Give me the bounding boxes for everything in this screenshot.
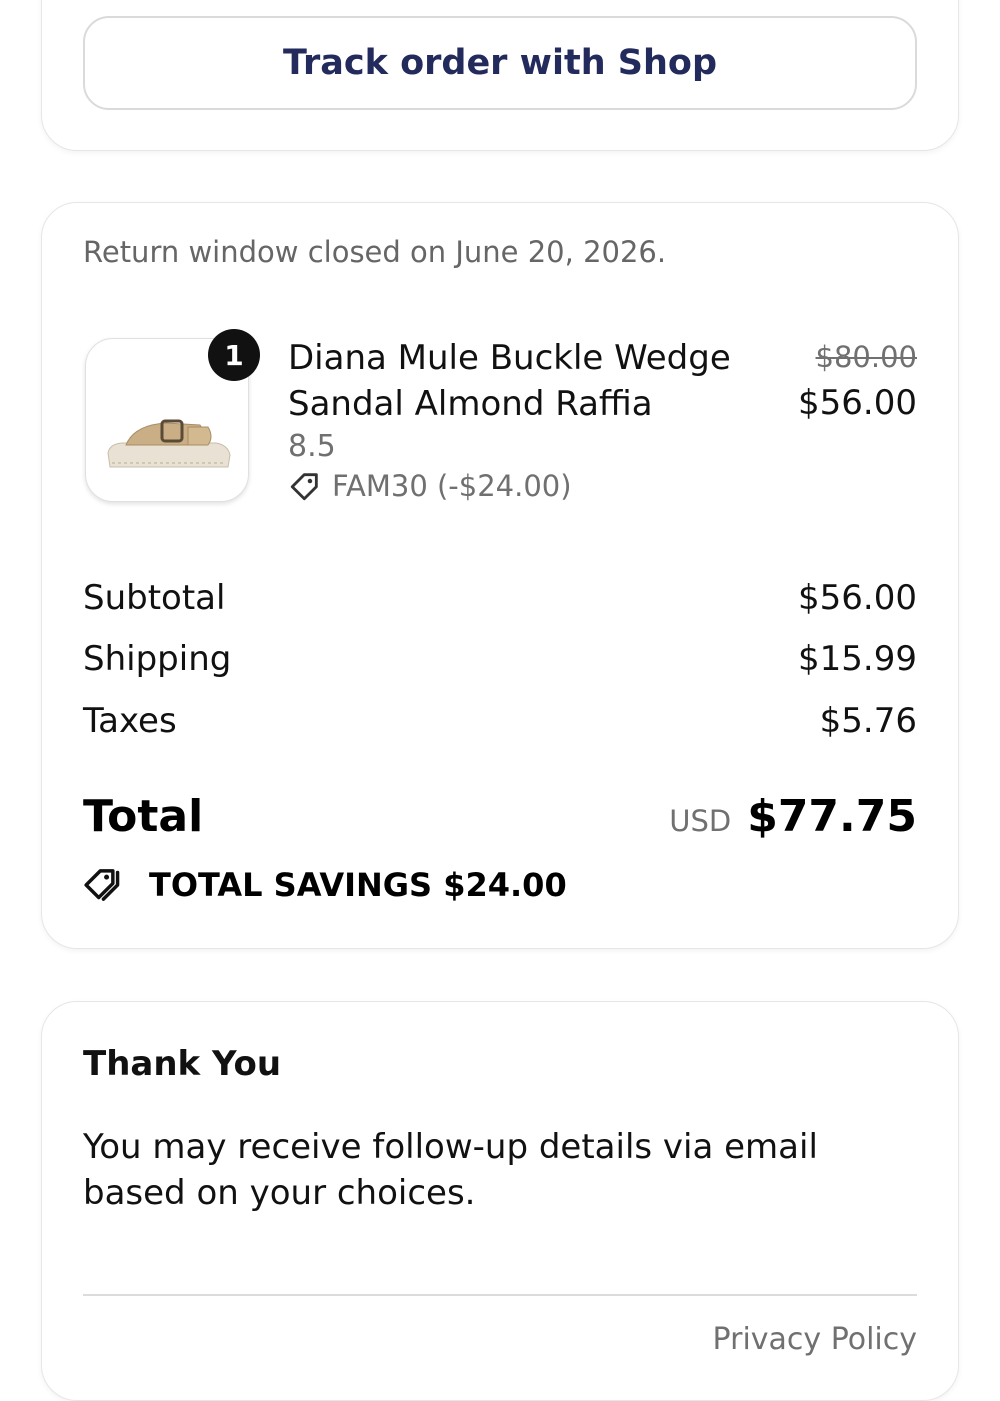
savings-tag-icon bbox=[84, 869, 120, 901]
item-price: $56.00 bbox=[798, 383, 917, 423]
thank-you-title: Thank You bbox=[83, 1044, 282, 1084]
total-amount: USD $77.75 bbox=[669, 791, 917, 842]
original-price: $80.00 bbox=[815, 340, 917, 374]
discount-code: FAM30 (-$24.00) bbox=[288, 469, 572, 503]
total-label: Total bbox=[83, 791, 204, 842]
shipping-value: $15.99 bbox=[798, 639, 917, 679]
thank-you-message: You may receive follow-up details via em… bbox=[83, 1127, 818, 1213]
currency-code: USD bbox=[669, 804, 732, 838]
total-row: Total USD $77.75 bbox=[83, 791, 917, 842]
taxes-value: $5.76 bbox=[819, 701, 917, 741]
quantity-badge: 1 bbox=[208, 329, 260, 381]
taxes-row: Taxes $5.76 bbox=[83, 701, 917, 741]
footer-divider bbox=[83, 1294, 917, 1296]
taxes-label: Taxes bbox=[83, 701, 177, 741]
order-summary-card: Return window closed on June 20, 2026. 1… bbox=[41, 202, 959, 949]
track-order-button[interactable]: Track order with Shop bbox=[83, 16, 917, 110]
total-value: $77.75 bbox=[747, 791, 917, 842]
product-size: 8.5 bbox=[288, 429, 336, 464]
shipping-row: Shipping $15.99 bbox=[83, 639, 917, 679]
discount-code-text: FAM30 (-$24.00) bbox=[332, 469, 572, 503]
thank-you-card: Thank You You may receive follow-up deta… bbox=[41, 1001, 959, 1401]
privacy-policy-link[interactable]: Privacy Policy bbox=[713, 1322, 917, 1357]
total-savings-text: TOTAL SAVINGS $24.00 bbox=[149, 866, 567, 904]
total-savings: TOTAL SAVINGS $24.00 bbox=[83, 865, 567, 905]
track-order-card: Track order with Shop bbox=[41, 0, 959, 151]
sandal-product-image bbox=[107, 419, 231, 468]
subtotal-label: Subtotal bbox=[83, 578, 226, 618]
return-window-note: Return window closed on June 20, 2026. bbox=[83, 235, 667, 269]
subtotal-row: Subtotal $56.00 bbox=[83, 578, 917, 618]
tag-icon bbox=[290, 473, 318, 501]
product-name: Diana Mule Buckle Wedge Sandal Almond Ra… bbox=[288, 338, 731, 424]
shipping-label: Shipping bbox=[83, 639, 232, 679]
subtotal-value: $56.00 bbox=[798, 578, 917, 618]
